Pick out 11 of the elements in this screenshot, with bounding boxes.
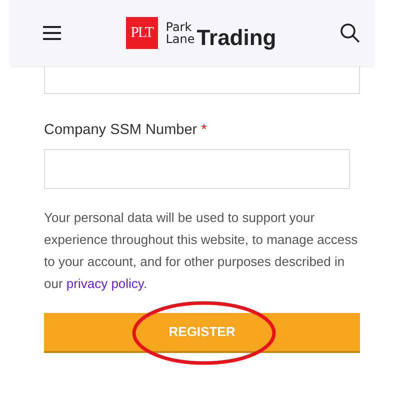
logo-text: Park — [166, 21, 193, 33]
menu-icon[interactable] — [42, 25, 62, 41]
input-field[interactable] — [44, 66, 360, 94]
input-field[interactable] — [44, 148, 350, 189]
privacy-policy-link[interactable]: privacy policy — [66, 276, 144, 291]
logo-mark: PLT — [126, 17, 158, 49]
field-label: Company SSM Number * — [44, 121, 208, 140]
search-icon[interactable] — [340, 23, 360, 43]
privacy-notice: Your personal data will be used to support your experience throughout this website, to manage access to your account, and for other purposes described in our privacy policy. — [44, 208, 359, 293]
logo-text: Trading — [196, 27, 276, 49]
logo-text: Lane — [166, 33, 195, 45]
